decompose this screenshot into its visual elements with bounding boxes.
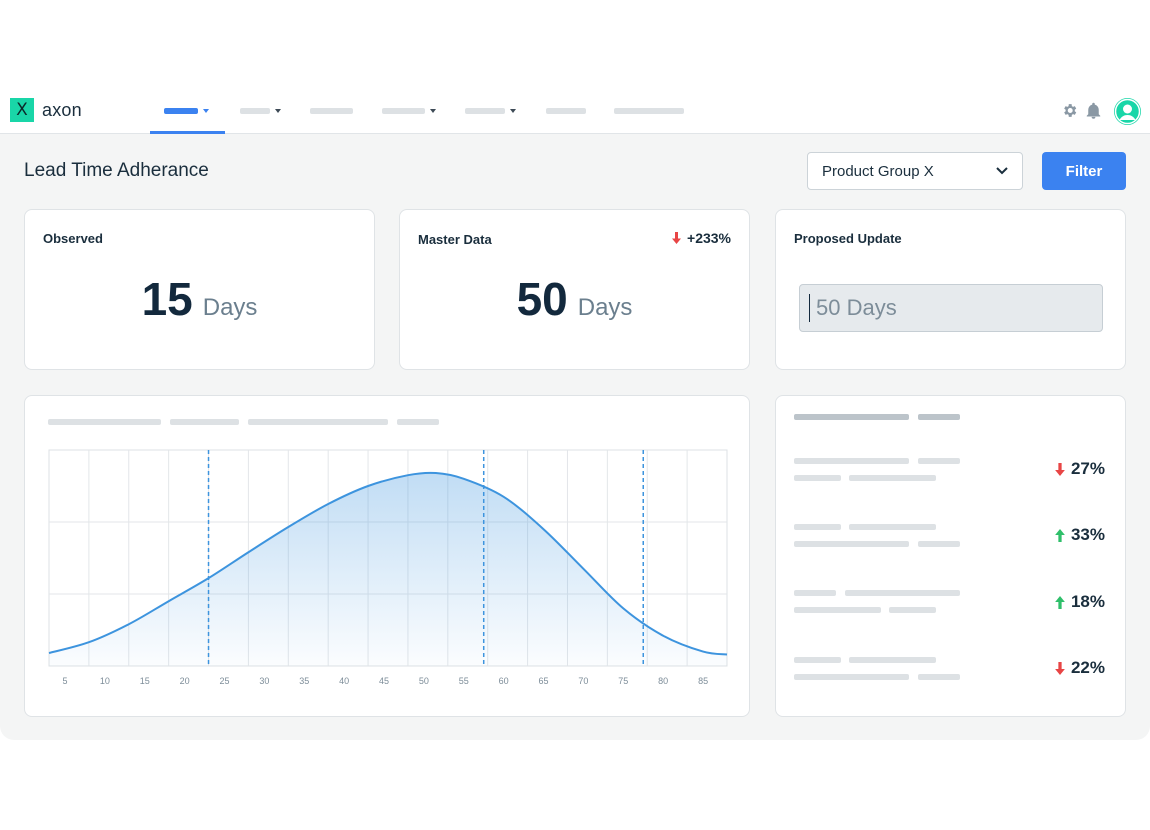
product-group-value: Product Group X bbox=[822, 162, 934, 180]
chart-x-tick-label: 20 bbox=[180, 676, 190, 686]
row-placeholder bbox=[794, 674, 909, 680]
row-placeholder bbox=[794, 524, 841, 530]
arrow-up-icon bbox=[1055, 528, 1065, 542]
row-placeholder bbox=[794, 607, 881, 613]
chart-x-tick-label: 85 bbox=[698, 676, 708, 686]
top-navbar: X axon bbox=[0, 88, 1150, 134]
nav-item-3[interactable] bbox=[310, 88, 353, 134]
master-data-card: Master Data +233% 50 Days bbox=[399, 209, 750, 370]
chevron-down-icon bbox=[996, 167, 1008, 175]
chart-x-tick-label: 25 bbox=[219, 676, 229, 686]
row-placeholder bbox=[849, 475, 936, 481]
arrow-down-icon bbox=[672, 232, 682, 244]
row-placeholder bbox=[794, 541, 909, 547]
chart-x-tick-label: 50 bbox=[419, 676, 429, 686]
nav-item-1[interactable] bbox=[164, 88, 209, 134]
proposed-update-label: Proposed Update bbox=[794, 231, 902, 246]
row-placeholder bbox=[889, 607, 936, 613]
chart-x-tick-label: 75 bbox=[618, 676, 628, 686]
nav-item-5[interactable] bbox=[465, 88, 516, 134]
chart-x-tick-label: 5 bbox=[62, 676, 67, 686]
brand-name[interactable]: axon bbox=[42, 100, 82, 121]
master-data-delta: +233% bbox=[672, 230, 731, 246]
row-placeholder bbox=[918, 674, 960, 680]
observed-value: 15 Days bbox=[25, 272, 374, 326]
page-title: Lead Time Adherance bbox=[24, 160, 209, 181]
metric-row: 18% bbox=[1055, 592, 1105, 612]
chart-area-fill bbox=[49, 472, 727, 666]
row-placeholder bbox=[794, 458, 909, 464]
observed-unit: Days bbox=[202, 294, 258, 321]
chevron-down-icon bbox=[510, 109, 516, 113]
active-nav-indicator bbox=[150, 131, 225, 134]
nav-item-7[interactable] bbox=[614, 88, 684, 134]
chart-x-tick-label: 10 bbox=[100, 676, 110, 686]
nav-item-2[interactable] bbox=[240, 88, 281, 134]
arrow-up-icon bbox=[1055, 595, 1065, 609]
chart-x-tick-label: 30 bbox=[259, 676, 269, 686]
metrics-header-placeholder bbox=[918, 414, 960, 420]
bell-icon[interactable] bbox=[1086, 102, 1101, 119]
nav-item-4[interactable] bbox=[382, 88, 436, 134]
row-placeholder bbox=[918, 541, 960, 547]
row-placeholder bbox=[918, 458, 960, 464]
chevron-down-icon bbox=[275, 109, 281, 113]
text-cursor bbox=[809, 294, 810, 322]
proposed-update-card: Proposed Update bbox=[775, 209, 1126, 370]
chart-x-tick-label: 45 bbox=[379, 676, 389, 686]
master-data-value: 50 Days bbox=[400, 272, 749, 326]
master-data-delta-value: +233% bbox=[687, 230, 731, 246]
user-avatar-icon[interactable] bbox=[1114, 98, 1141, 125]
observed-label: Observed bbox=[43, 231, 103, 246]
chart-x-tick-label: 35 bbox=[299, 676, 309, 686]
arrow-down-icon bbox=[1055, 462, 1065, 476]
chart-x-tick-label: 70 bbox=[578, 676, 588, 686]
chevron-down-icon bbox=[203, 109, 209, 113]
nav-item-6[interactable] bbox=[546, 88, 586, 134]
chart-x-tick-label: 60 bbox=[499, 676, 509, 686]
arrow-down-icon bbox=[1055, 661, 1065, 675]
metrics-card: 27% 33% 18% 22% bbox=[775, 395, 1126, 717]
metric-row: 22% bbox=[1055, 658, 1105, 678]
distribution-chart: 5 10 15 20 25 30 35 40 45 50 55 60 65 70 75 80 85 bbox=[48, 449, 728, 686]
row-placeholder bbox=[845, 590, 960, 596]
master-data-number: 50 bbox=[516, 273, 568, 325]
row-placeholder bbox=[849, 524, 936, 530]
metric-value: 22% bbox=[1070, 658, 1105, 677]
chart-x-tick-label: 40 bbox=[339, 676, 349, 686]
row-placeholder bbox=[794, 657, 841, 663]
filter-button[interactable]: Filter bbox=[1042, 152, 1126, 190]
proposed-update-input[interactable] bbox=[799, 284, 1103, 332]
logo-glyph: X bbox=[16, 99, 28, 120]
metric-row: 27% bbox=[1055, 459, 1105, 479]
metric-value: 27% bbox=[1070, 459, 1105, 478]
metric-row: 33% bbox=[1055, 525, 1105, 545]
metrics-header-placeholder bbox=[794, 414, 909, 420]
row-placeholder bbox=[794, 475, 841, 481]
gear-icon[interactable] bbox=[1061, 102, 1078, 119]
metric-value: 33% bbox=[1070, 525, 1105, 544]
chart-x-tick-label: 15 bbox=[140, 676, 150, 686]
observed-card: Observed 15 Days bbox=[24, 209, 375, 370]
chart-x-tick-label: 65 bbox=[539, 676, 549, 686]
master-data-label: Master Data bbox=[418, 232, 492, 247]
observed-number: 15 bbox=[141, 273, 193, 325]
metric-value: 18% bbox=[1070, 592, 1105, 611]
chart-x-tick-label: 55 bbox=[459, 676, 469, 686]
chevron-down-icon bbox=[430, 109, 436, 113]
distribution-chart-card: 5 10 15 20 25 30 35 40 45 50 55 60 65 70 75 80 85 bbox=[24, 395, 750, 717]
row-placeholder bbox=[849, 657, 936, 663]
row-placeholder bbox=[794, 590, 836, 596]
master-data-unit: Days bbox=[577, 294, 633, 321]
logo-mark[interactable]: X bbox=[10, 98, 34, 122]
chart-x-tick-label: 80 bbox=[658, 676, 668, 686]
product-group-select[interactable]: Product Group X bbox=[807, 152, 1023, 190]
